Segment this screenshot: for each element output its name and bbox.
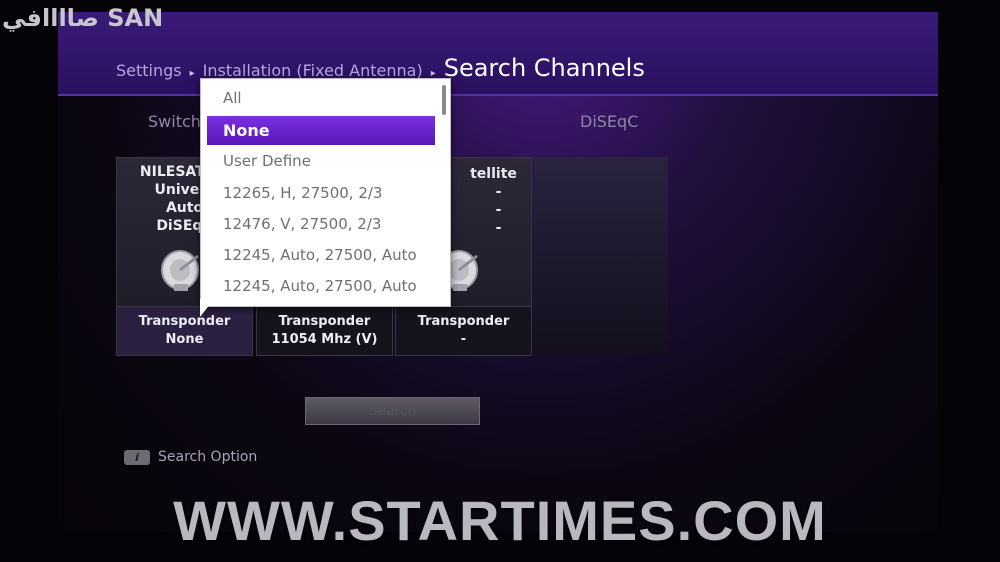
column-header-diseqc: DiSEqC [580, 112, 639, 131]
column-header-switch: Switch [148, 112, 201, 131]
dropdown-option[interactable]: 12245, Auto, 27500, Auto [207, 272, 435, 301]
transponder-value: - [460, 332, 467, 347]
watermark-url: WWW.STARTIMES.COM [173, 489, 827, 552]
transponder-label: Transponder [417, 314, 510, 329]
dropdown-option[interactable]: 12476, V, 27500, 2/3 [207, 210, 435, 239]
search-button[interactable]: Search [305, 397, 480, 425]
dropdown-pointer [200, 299, 214, 317]
breadcrumb-settings[interactable]: Settings [116, 61, 182, 80]
page-title: Search Channels [443, 54, 645, 82]
dropdown-option[interactable]: 12265, H, 27500, 2/3 [207, 179, 435, 208]
tv-screen: Settings ▸ Installation (Fixed Antenna) … [58, 12, 938, 532]
transponder-button[interactable]: Transponder 11054 Mhz (V) [257, 306, 392, 355]
transponder-value: 11054 Mhz (V) [271, 332, 378, 347]
search-option-hint: i Search Option [124, 449, 257, 465]
transponder-label: Transponder [278, 314, 371, 329]
satellite-dish-icon [161, 250, 199, 291]
dropdown-option[interactable]: 12245, Auto, 27500, Auto [207, 241, 435, 270]
dropdown-scrollbar[interactable] [442, 85, 446, 115]
transponder-button[interactable]: Transponder - [396, 306, 531, 355]
dropdown-option[interactable]: All [207, 84, 435, 113]
breadcrumb-separator-icon: ▸ [189, 68, 195, 79]
header-bar: Settings ▸ Installation (Fixed Antenna) … [58, 12, 938, 96]
search-option-label: Search Option [158, 449, 258, 465]
transponder-label: Transponder [138, 314, 231, 329]
info-key-icon: i [124, 449, 150, 465]
transponder-button[interactable]: Transponder None [117, 306, 252, 355]
dropdown-option-selected[interactable]: None [207, 116, 435, 145]
diseqc-panel[interactable] [533, 157, 668, 354]
transponder-value: None [165, 332, 204, 347]
transponder-dropdown[interactable]: All None User Define 12265, H, 27500, 2/… [200, 78, 451, 307]
watermark-logo: صاااافي SAN [2, 4, 164, 32]
dropdown-option[interactable]: User Define [207, 147, 435, 176]
